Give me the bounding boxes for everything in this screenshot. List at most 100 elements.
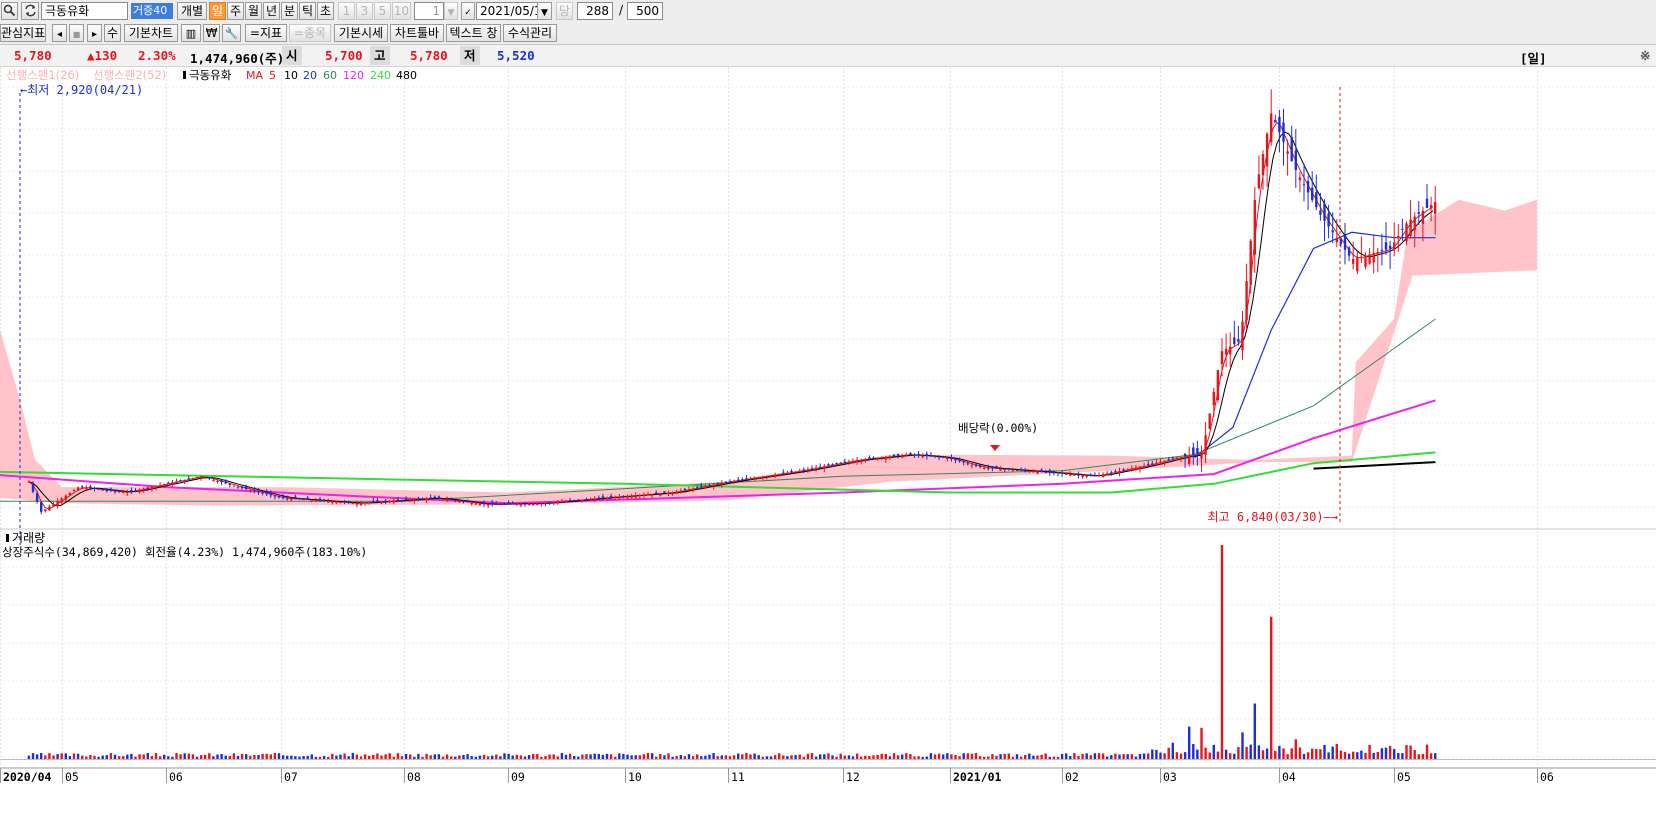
volume-bar [515,754,518,759]
display-count-field[interactable]: 288 [577,2,613,20]
volume-bar [987,756,990,759]
candle-body [117,491,121,493]
stock-name-field[interactable]: 극동유화 [41,2,128,20]
period-week-button[interactable]: 주 [227,2,244,20]
candle-body [1036,471,1039,474]
basic-quote-button[interactable]: 기본시세 [334,24,388,42]
volume-bar [257,754,260,759]
stock-item-button[interactable]: =종목 [289,24,331,42]
watch-indicator-button[interactable]: 관심지표 [0,24,46,42]
correction-button[interactable]: 수 [104,24,121,42]
chart-toolbar-button[interactable]: 차트툴바 [390,24,444,42]
volume-bar [1192,744,1195,759]
x-tick-label: 08 [407,770,421,784]
nav-prev-button[interactable]: ◂ [52,24,67,42]
volume-bar [1130,754,1133,759]
period-tick-button[interactable]: 틱 [299,2,316,20]
volume-bar [52,755,55,759]
volume-bar [929,753,933,759]
settings-icon[interactable]: ※ [1640,48,1650,63]
candle-body [179,480,182,482]
candle-body [1081,475,1084,477]
chevron-down-icon: ▼ [447,8,455,18]
basic-chart-button[interactable]: 기본차트 [124,24,178,42]
refresh-button[interactable] [21,2,39,20]
candle-body [146,487,149,489]
candle-body [48,506,51,511]
candle-body [175,481,178,483]
volume-bar [663,755,666,759]
volume-bar [577,756,580,759]
volume-bar [950,754,953,759]
candle-body [1060,472,1064,474]
volume-bar [1224,749,1228,759]
candle-body [843,461,846,463]
search-button[interactable] [1,2,18,20]
volume-bar [81,755,84,759]
period-month-button[interactable]: 월 [245,2,262,20]
nav-stop-button[interactable]: ■ [69,24,84,42]
volume-bar [113,754,117,759]
volume-bar [1220,545,1224,759]
total-count-field[interactable]: 500 [627,2,663,20]
date-dropdown-button[interactable]: ▼ [537,2,552,20]
x-tick-label: 12 [846,770,860,784]
open-label: 시 [282,46,302,65]
candle-body [577,499,580,501]
interval-10-button[interactable]: 10 [392,2,411,20]
candle-body [1434,202,1437,214]
volume-bar [1073,753,1076,759]
current-button[interactable]: 당 [556,2,573,20]
volume-bar [269,754,272,759]
candle-body [999,468,1002,471]
trade-volume: 1,474,960(주) [190,51,285,66]
candle-body [958,460,961,462]
volume-bar [1319,749,1322,759]
interval-dropdown-button[interactable]: ▼ [444,2,458,20]
chart-style-button[interactable]: ▥ [181,24,201,42]
individual-button[interactable]: 개별 [177,2,207,20]
period-minute-button[interactable]: 분 [281,2,298,20]
volume-bar [581,754,584,759]
candle-body [499,504,502,506]
candle-body [568,500,572,502]
interval-5-button[interactable]: 5 [374,2,391,20]
settings-button[interactable]: 🔧 [222,24,241,42]
x-tick-label: 03 [1163,770,1177,784]
indicator-button[interactable]: =지표 [245,24,287,42]
stock-chart[interactable]: 2020/04 05 06 07 08 09 10 11 12 2021/01 02 03 04 05 06… [0,67,1656,816]
formula-manage-button[interactable]: 수식관리 [503,24,557,42]
interval-1-button[interactable]: 1 [338,2,355,20]
interval-3-button[interactable]: 3 [356,2,373,20]
candle-body [1315,192,1318,208]
period-second-button[interactable]: 초 [317,2,334,20]
interval-unit-field[interactable]: 1 [414,2,444,20]
candle-body [1114,470,1117,472]
volume-bar [642,754,646,759]
period-day-button[interactable]: 일 [209,2,226,20]
candle-body [81,486,84,488]
volume-bar [64,753,67,759]
candle-body [482,503,486,505]
candle-body [35,493,39,502]
volume-bar [1364,753,1367,759]
candle-body [1352,259,1355,264]
volume-bar [347,756,350,759]
text-window-button[interactable]: 텍스트 창 [446,24,501,42]
date-check-button[interactable]: ✓ [461,2,475,20]
volume-bar [527,755,531,759]
volume-bar [839,753,842,759]
volume-bar [519,755,523,759]
candle-body [1204,435,1207,455]
candle-body [753,477,756,480]
period-year-button[interactable]: 년 [263,2,280,20]
candle-body [519,503,523,506]
candle-body [339,502,342,504]
nav-next-button[interactable]: ▸ [87,24,102,42]
volume-bar [417,753,420,759]
candle-body [819,466,822,468]
candle-body [872,457,875,459]
volume-bar [962,753,965,759]
candle-body [917,453,920,456]
currency-button[interactable]: ₩ [203,24,220,42]
